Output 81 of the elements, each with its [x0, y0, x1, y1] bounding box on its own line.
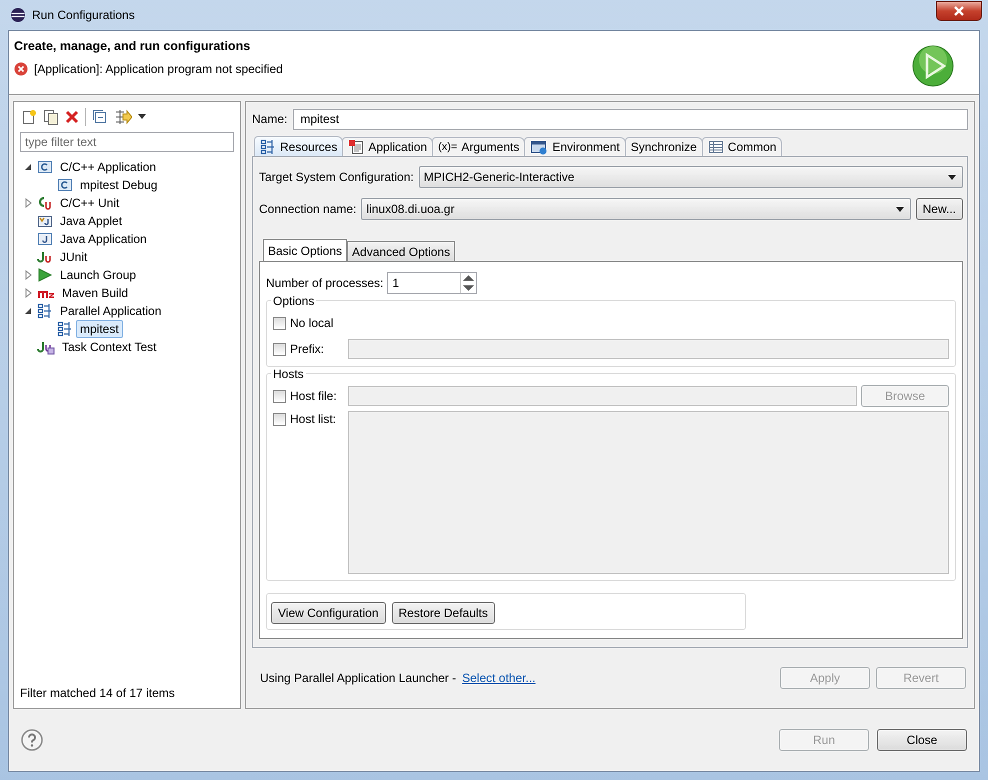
collapsed-arrow-icon[interactable]: [24, 288, 32, 298]
error-icon: [14, 62, 28, 76]
name-field[interactable]: mpitest: [293, 108, 968, 130]
expanded-arrow-icon[interactable]: [24, 307, 32, 315]
expanded-arrow-icon[interactable]: [24, 163, 32, 171]
parallel-icon: [57, 321, 73, 337]
tree-item[interactable]: Java Applet: [56, 212, 126, 230]
delete-icon[interactable]: [65, 110, 79, 124]
checkbox[interactable]: [273, 342, 286, 356]
tree-item[interactable]: mpitest: [76, 320, 123, 338]
help-icon[interactable]: [21, 729, 43, 751]
c-file-icon: [37, 159, 53, 175]
document-icon: [348, 139, 364, 155]
select-other-link[interactable]: Select other...: [462, 671, 536, 685]
filter-field[interactable]: type filter text: [20, 132, 234, 152]
error-message: [Application]: Application program not specified: [34, 62, 283, 76]
checkbox-label: Host list:: [290, 412, 338, 426]
collapsed-arrow-icon[interactable]: [24, 198, 32, 208]
tab[interactable]: Application: [342, 137, 434, 156]
tab[interactable]: Synchronize: [624, 137, 703, 156]
window-title: Run Configurations: [32, 8, 136, 22]
checkbox[interactable]: [273, 412, 286, 426]
target-label: Target System Configuration:: [259, 170, 414, 184]
collapse-icon[interactable]: [92, 109, 108, 125]
test-icon: [37, 249, 53, 265]
close-button[interactable]: [936, 1, 982, 21]
dropdown-arrow-icon: [948, 174, 956, 180]
checkbox-label: No local: [290, 316, 334, 330]
name-label: Name:: [252, 112, 288, 126]
tree-item[interactable]: Parallel Application: [56, 302, 166, 320]
tree-item[interactable]: Java Application: [56, 230, 151, 248]
close-icon: [953, 6, 965, 16]
dialog-button[interactable]: Close: [877, 729, 967, 751]
tree-item[interactable]: Maven Build: [58, 284, 132, 302]
new-icon[interactable]: [21, 109, 37, 125]
tab[interactable]: Resources: [254, 136, 344, 156]
checkbox-label: Prefix:: [290, 342, 326, 356]
tree-item[interactable]: JUnit: [56, 248, 92, 266]
tree-item[interactable]: Task Context Test: [58, 338, 160, 356]
tree-item[interactable]: mpitest Debug: [76, 176, 162, 194]
target-dropdown[interactable]: MPICH2-Generic-Interactive: [418, 166, 963, 188]
java-file-icon: [37, 231, 53, 247]
table-icon: [708, 139, 724, 155]
connection-dropdown[interactable]: linux08.di.uoa.gr: [361, 198, 911, 220]
group-title: Options: [271, 294, 316, 308]
app-icon: [10, 7, 26, 23]
unit-test-icon: [37, 195, 53, 211]
processes-label: Number of processes:: [266, 276, 384, 290]
play-icon: [37, 267, 53, 283]
group-title: Hosts: [271, 367, 306, 381]
tab[interactable]: (x)= Arguments: [432, 137, 526, 156]
task-test-icon: [37, 339, 55, 355]
dropdown-arrow-icon: [896, 206, 904, 212]
tab[interactable]: Environment: [524, 137, 626, 156]
tree-item[interactable]: C/C++ Unit: [56, 194, 124, 212]
processes-spinner[interactable]: 1: [387, 272, 478, 294]
new-button[interactable]: New...: [916, 198, 963, 220]
option-button[interactable]: View Configuration: [271, 602, 386, 624]
dropdown-icon[interactable]: [138, 114, 146, 120]
checkbox-label: Host file:: [290, 389, 338, 403]
checkbox[interactable]: [273, 390, 286, 402]
applet-icon: [37, 213, 53, 229]
tree-item[interactable]: C/C++ Application: [56, 158, 160, 176]
filter-status: Filter matched 14 of 17 items: [19, 686, 176, 702]
parallel-icon: [260, 138, 276, 154]
environment-icon: [530, 139, 548, 155]
option-button[interactable]: Restore Defaults: [392, 602, 495, 624]
checkbox[interactable]: [273, 316, 286, 330]
header-title: Create, manage, and run configurations: [14, 39, 252, 53]
connection-label: Connection name:: [259, 202, 356, 216]
launcher-text: Using Parallel Application Launcher -: [260, 671, 456, 685]
duplicate-icon[interactable]: [43, 109, 59, 125]
tab[interactable]: Basic Options: [263, 239, 348, 261]
parallel-icon: [37, 303, 53, 319]
tab[interactable]: Common: [702, 137, 782, 156]
collapsed-arrow-icon[interactable]: [24, 270, 32, 280]
c-file-icon: [57, 177, 73, 193]
filter-icon[interactable]: [114, 109, 132, 125]
tree-item[interactable]: Launch Group: [56, 266, 140, 284]
tab[interactable]: Advanced Options: [347, 241, 456, 261]
run-icon: [912, 45, 954, 87]
